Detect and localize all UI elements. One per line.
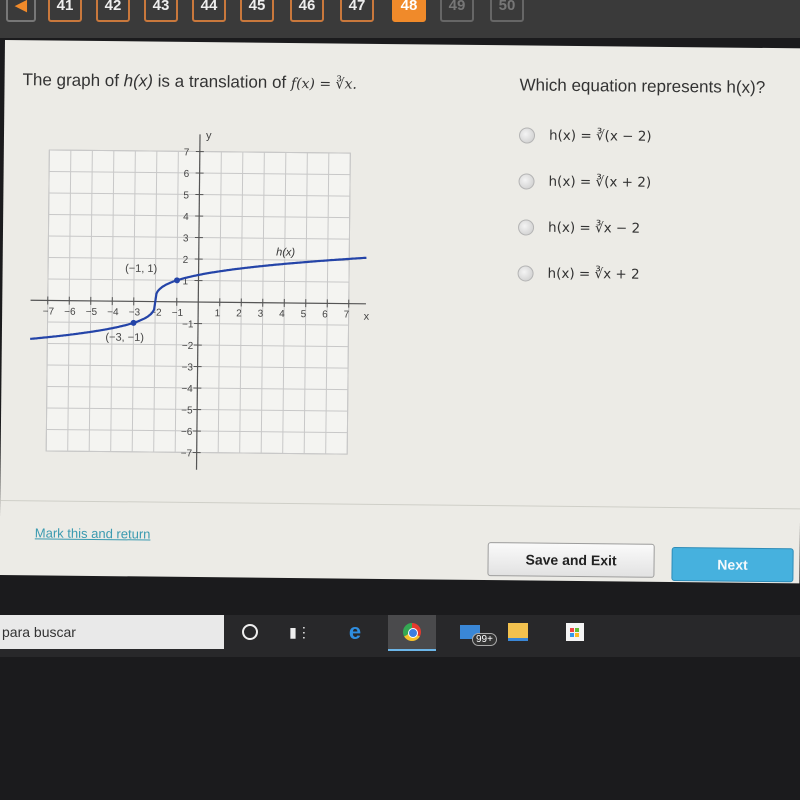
cortana-icon[interactable] [230,615,270,649]
radio-button[interactable] [518,127,536,144]
y-tick-label: 4 [183,212,189,223]
y-tick-label: −7 [181,448,193,459]
question-nav-44[interactable]: 44 [192,0,226,22]
task-view-icon[interactable]: ▮⋮ [280,615,320,649]
y-tick-label: −3 [182,362,194,373]
x-tick-label: −5 [86,307,98,318]
x-tick-label: −4 [107,307,119,318]
x-tick-label: 2 [236,308,242,319]
option-label: h(x) = ∛(x + 2) [548,173,652,191]
radio-button[interactable] [517,265,534,282]
option-3[interactable]: h(x) = ∛x − 2 [517,219,641,237]
y-tick-label: −1 [182,319,194,330]
prompt-hx: h(x) [123,71,154,91]
x-tick-label: −6 [64,307,76,318]
x-tick-label: −3 [129,307,141,318]
next-button[interactable]: Next [671,547,794,583]
curve-label: h(x) [276,247,295,259]
radio-button[interactable] [518,173,535,190]
question-nav-43[interactable]: 43 [144,0,178,22]
x-tick-label: −7 [43,306,55,317]
prompt-text: The graph of [22,70,124,91]
y-tick-label: −6 [181,427,193,438]
question-nav-bar: ◀ 41 42 43 44 45 46 47 48 49 50 [0,0,800,38]
option-label: h(x) = ∛x − 2 [547,219,641,237]
save-and-exit-button[interactable]: Save and Exit [487,542,655,578]
coordinate-graph: xy−7 −6 −5 −4 −3 −2 −1 1 2 3 4 5 6 77654321−1−2−3−4−5… [30,130,370,470]
y-tick-label: −5 [181,405,193,416]
question-panel: The graph of h(x) is a translation of f(… [0,40,800,584]
prompt-text-2: is a translation of [152,71,292,92]
y-tick-label: 2 [183,255,189,266]
x-tick-label: 7 [344,310,350,321]
question-prompt: The graph of h(x) is a translation of f(… [22,70,356,93]
y-tick-label: 6 [184,169,190,180]
x-tick-label: 1 [215,308,221,319]
question-nav-50: 50 [490,0,524,22]
question-nav-42[interactable]: 42 [96,0,130,22]
question-text: Which equation represents h(x)? [519,75,766,97]
option-1[interactable]: h(x) = ∛(x − 2) [518,127,652,145]
x-tick-label: 4 [279,309,285,320]
y-tick-label: 3 [183,233,189,244]
x-tick-label: −1 [172,308,184,319]
chevron-left-icon[interactable]: ◀ [6,0,36,22]
y-tick-label: 7 [184,147,190,158]
prompt-fx: f(x) = ∛x. [290,75,357,93]
x-tick-label: 3 [258,309,264,320]
option-label: h(x) = ∛x + 2 [547,265,640,283]
question-nav-41[interactable]: 41 [48,0,82,22]
radio-button[interactable] [517,219,535,236]
y-tick-label: 5 [183,190,189,201]
question-nav-48[interactable]: 48 [392,0,426,22]
taskbar-search-input[interactable]: para buscar [0,615,224,649]
footer-divider [0,499,800,510]
edge-icon[interactable]: e [335,615,375,649]
question-nav-47[interactable]: 47 [340,0,374,22]
x-tick-label: 5 [301,309,307,320]
question-nav-46[interactable]: 46 [290,0,324,22]
y-tick-label: −2 [182,341,194,352]
option-label: h(x) = ∛(x − 2) [548,127,652,145]
point-label: (−1, 1) [125,263,157,275]
option-2[interactable]: h(x) = ∛(x + 2) [518,173,652,191]
question-nav-45[interactable]: 45 [240,0,274,22]
mail-badge: 99+ [472,633,497,646]
option-4[interactable]: h(x) = ∛x + 2 [517,265,640,283]
question-nav-49: 49 [440,0,474,22]
chrome-icon[interactable] [388,615,436,651]
y-tick-label: −4 [181,384,193,395]
mark-and-return-link[interactable]: Mark this and return [35,525,151,541]
y-axis-label: y [206,130,212,142]
x-tick-label: 6 [322,309,328,320]
file-explorer-icon[interactable] [498,615,538,649]
point-label: (−3, −1) [105,332,144,344]
mail-icon[interactable]: 99+ [450,615,497,649]
windows-taskbar: para buscar ▮⋮ e 99+ [0,615,800,657]
x-axis-label: x [364,311,370,323]
store-icon[interactable] [555,615,595,649]
